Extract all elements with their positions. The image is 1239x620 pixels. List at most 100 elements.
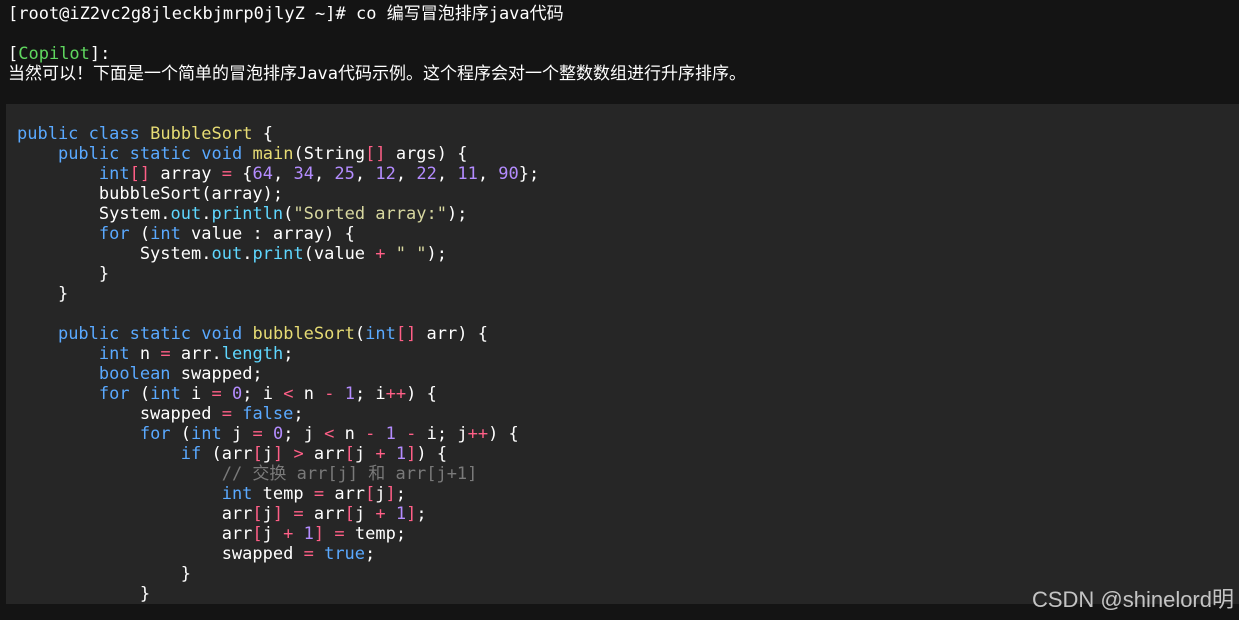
code-token-kw: if <box>180 444 202 464</box>
code-token-kw: public <box>17 124 79 144</box>
code-token-pl: j <box>221 424 253 444</box>
code-token-pl: temp; <box>344 524 407 544</box>
code-token-str: "Sorted array:" <box>293 204 447 224</box>
code-token-pl: ( <box>283 204 294 224</box>
code-token-pl: (String <box>293 144 366 164</box>
code-token-kw: void <box>201 324 243 344</box>
copilot-bracket-close: ]: <box>89 44 111 64</box>
code-token-num: 0 <box>272 424 284 444</box>
code-token-prop: print <box>252 244 304 264</box>
code-token-op: - <box>324 384 335 404</box>
shell-prompt: [root@iZ2vc2g8jleckbjmrp0jlyZ ~]# <box>8 4 356 24</box>
watermark: CSDN @shinelord明 <box>1031 587 1234 612</box>
code-line: arr[j] = arr[j + 1]; <box>17 504 539 524</box>
code-token-op: ] <box>406 444 417 464</box>
code-token-kw: static <box>129 144 192 164</box>
code-token-pl: arr. <box>170 344 222 364</box>
code-token-op: [ <box>252 444 263 464</box>
code-token-kw: false <box>242 404 294 424</box>
code-token-num: 1 <box>385 424 396 444</box>
code-token-num: 1 <box>395 504 407 524</box>
code-line: } <box>17 564 539 584</box>
code-token-pl: ) { <box>406 384 437 404</box>
code-token-op: ++ <box>385 384 407 404</box>
code-line: for (int j = 0; j < n - 1 - i; j++) { <box>17 424 539 444</box>
code-token-pl: ; <box>293 404 304 424</box>
code-token-op: = <box>334 524 345 544</box>
code-token-op: + <box>283 524 294 544</box>
code-token-op: [] <box>395 324 417 344</box>
code-token-pl: } <box>17 564 191 584</box>
code-line: public static void bubbleSort(int[] arr)… <box>17 324 539 344</box>
code-token-num: 64 <box>252 164 273 184</box>
code-token-op: + <box>375 244 386 264</box>
code-token-pl: value : array) { <box>180 224 355 244</box>
code-token-kw: int <box>365 324 396 344</box>
code-token-pl: ; j <box>283 424 325 444</box>
command-line[interactable]: [root@iZ2vc2g8jleckbjmrp0jlyZ ~]# co 编写冒… <box>8 4 564 24</box>
code-token-pl: arr <box>303 504 345 524</box>
code-token-pl: ( <box>170 424 192 444</box>
code-token-com: // 交换 arr[j] 和 arr[j+1] <box>221 464 478 484</box>
copilot-message: 当然可以！下面是一个简单的冒泡排序Java代码示例。这个程序会对一个整数数组进行… <box>8 64 746 84</box>
code-token-kw: int <box>98 164 130 184</box>
code-token-op: + <box>375 444 386 464</box>
code-token-pl: j <box>262 504 273 524</box>
code-token-op: ] <box>272 444 284 464</box>
code-token-kw: static <box>129 324 192 344</box>
code-token-num: 0 <box>232 384 243 404</box>
code-token-pl: ( <box>354 324 366 344</box>
code-line: int n = arr.length; <box>17 344 539 364</box>
code-token-pl: } <box>17 584 151 604</box>
code-token-op: ] <box>313 524 325 544</box>
code-token-kw: for <box>98 384 130 404</box>
code-token-kw: int <box>150 384 181 404</box>
code-token-pl: n <box>293 384 325 404</box>
code-token-pl: ; <box>283 344 294 364</box>
code-token-op: = <box>211 384 222 404</box>
code-token-num: 25 <box>334 164 355 184</box>
code-token-pl: j <box>354 444 376 464</box>
code-token-kw: for <box>139 424 171 444</box>
code-token-pl: , <box>354 164 376 184</box>
code-line: bubbleSort(array); <box>17 184 539 204</box>
code-token-num: 1 <box>344 384 355 404</box>
code-token-pl: ; i <box>242 384 284 404</box>
code-token-op: [ <box>252 524 263 544</box>
code-token-op: = <box>160 344 171 364</box>
code-line: } <box>17 264 539 284</box>
code-token-kw: int <box>150 224 181 244</box>
code-token-num: 34 <box>293 164 314 184</box>
code-token-pl: . <box>201 204 212 224</box>
code-token-kw: boolean <box>98 364 171 384</box>
code-token-op: < <box>324 424 335 444</box>
code-token-op: = <box>252 424 263 444</box>
code-token-pl: arr <box>324 484 366 504</box>
code-token-pl: , <box>436 164 458 184</box>
copilot-label: Copilot <box>18 44 90 64</box>
code-token-fn: bubbleSort <box>252 324 355 344</box>
code-token-pl: j <box>262 524 284 544</box>
code-token-pl: ; <box>395 484 407 504</box>
